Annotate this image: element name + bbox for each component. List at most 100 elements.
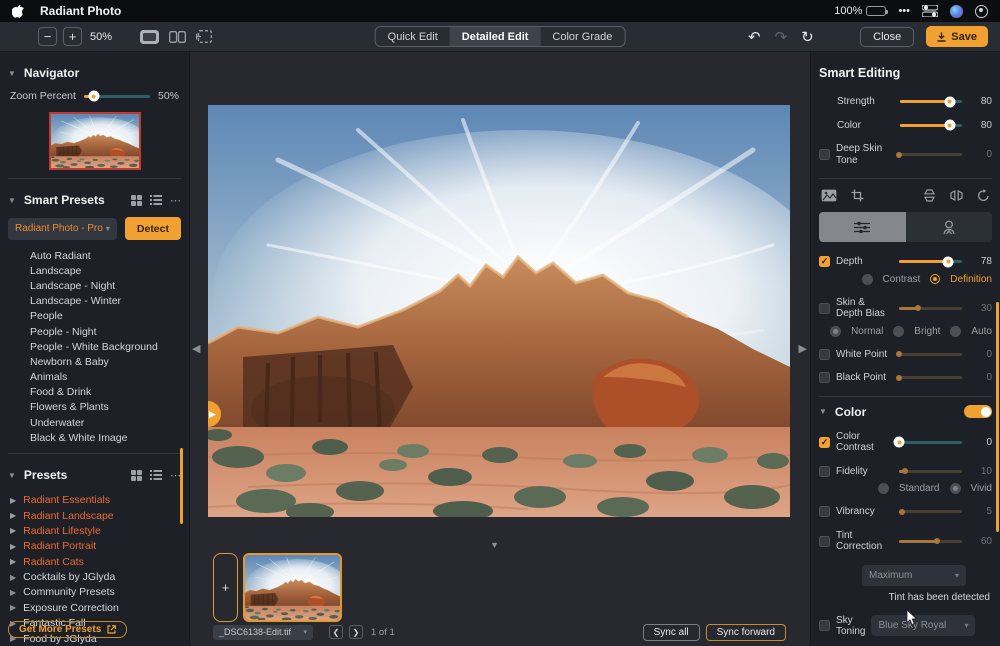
previous-image-arrow[interactable]: ◀ <box>192 342 200 355</box>
smart-preset-item[interactable]: Auto Radiant <box>0 248 189 263</box>
close-button[interactable]: Close <box>860 26 915 47</box>
apple-menu-icon[interactable] <box>12 4 24 18</box>
color-slider[interactable] <box>900 119 962 131</box>
presets-scrollbar[interactable] <box>180 448 183 524</box>
flip-vertical-icon[interactable] <box>923 189 936 202</box>
next-page-button[interactable]: ❯ <box>349 625 363 639</box>
tab-portrait[interactable] <box>905 212 992 242</box>
navigator-thumbnail[interactable] <box>48 112 141 170</box>
flip-horizontal-icon[interactable] <box>950 189 963 202</box>
definition-radio[interactable] <box>930 274 941 284</box>
smart-preset-item[interactable]: People - Night <box>0 324 189 339</box>
smart-preset-item[interactable]: Newborn & Baby <box>0 354 189 369</box>
smart-preset-item[interactable]: People - White Background <box>0 339 189 354</box>
vivid-radio-label[interactable]: Vivid <box>971 483 993 494</box>
fidelity-checkbox[interactable] <box>819 465 830 477</box>
filename-dropdown[interactable]: _DSC6138-Edit.tif ▾ <box>213 624 313 640</box>
smart-preset-item[interactable]: Landscape - Winter <box>0 294 189 309</box>
bright-radio[interactable] <box>893 325 905 337</box>
right-panel-scrollbar[interactable] <box>996 302 999 532</box>
skin-depth-bias-slider[interactable] <box>899 305 962 311</box>
zoom-out-button[interactable]: − <box>38 27 57 46</box>
standard-radio[interactable] <box>877 483 889 494</box>
auto-radio[interactable] <box>950 325 962 337</box>
preset-folder[interactable]: ▶ Radiant Essentials <box>0 492 189 507</box>
collapse-icon[interactable]: ▼ <box>8 69 16 78</box>
vivid-radio[interactable] <box>949 483 961 494</box>
black-point-checkbox[interactable] <box>819 372 830 384</box>
expand-icon[interactable]: ▶ <box>10 603 16 612</box>
skin-depth-bias-checkbox[interactable] <box>819 302 830 314</box>
smart-preset-item[interactable]: People <box>0 309 189 324</box>
tab-detailed-edit[interactable]: Detailed Edit <box>449 27 541 46</box>
auto-radio-label[interactable]: Auto <box>971 326 992 337</box>
expand-icon[interactable]: ▶ <box>10 511 16 520</box>
smart-preset-dropdown[interactable]: Radiant Photo - Pro ▾ <box>8 217 117 240</box>
white-point-checkbox[interactable] <box>819 348 830 360</box>
color-toggle[interactable] <box>964 405 992 418</box>
preset-folder[interactable]: ▶ Exposure Correction <box>0 600 189 615</box>
vibrancy-checkbox[interactable] <box>819 506 830 518</box>
smart-preset-item[interactable]: Animals <box>0 370 189 385</box>
overflow-menu-icon[interactable]: ••• <box>898 5 910 17</box>
bright-radio-label[interactable]: Bright <box>914 326 940 337</box>
definition-radio-label[interactable]: Definition <box>950 274 992 285</box>
tab-quick-edit[interactable]: Quick Edit <box>376 27 450 46</box>
user-account-icon[interactable] <box>975 4 988 18</box>
smart-preset-item[interactable]: Landscape <box>0 263 189 278</box>
redo-icon[interactable]: ↷ <box>775 28 788 46</box>
grid-view-icon[interactable] <box>131 469 142 481</box>
crop-icon[interactable] <box>851 189 864 202</box>
collapse-icon[interactable]: ▼ <box>8 196 16 205</box>
collapse-icon[interactable]: ▼ <box>819 407 827 416</box>
expand-icon[interactable]: ▶ <box>10 542 16 551</box>
normal-radio-label[interactable]: Normal <box>851 326 883 337</box>
main-photo[interactable] <box>208 105 790 517</box>
presets-header[interactable]: ▼ Presets ⋯ <box>0 462 189 488</box>
depth-slider[interactable] <box>899 256 962 268</box>
expand-icon[interactable]: ▶ <box>10 573 16 582</box>
previous-page-button[interactable]: ❮ <box>329 625 343 639</box>
contrast-radio-label[interactable]: Contrast <box>883 274 921 285</box>
single-view-icon[interactable] <box>140 29 160 44</box>
sync-forward-button[interactable]: Sync forward <box>705 623 786 641</box>
deep-skin-tone-slider[interactable] <box>896 151 962 158</box>
list-view-icon[interactable] <box>150 470 162 481</box>
detect-button[interactable]: Detect <box>124 217 181 240</box>
smart-preset-item[interactable]: Underwater <box>0 415 189 430</box>
tint-correction-slider[interactable] <box>899 538 962 544</box>
control-center-icon[interactable] <box>922 5 938 17</box>
color-section-header[interactable]: ▼ Color <box>819 405 992 431</box>
smart-preset-item[interactable]: Black & White Image <box>0 430 189 445</box>
collapse-icon[interactable]: ▼ <box>8 471 16 480</box>
smart-preset-item[interactable]: Landscape - Night <box>0 278 189 293</box>
sky-toning-checkbox[interactable] <box>819 620 830 631</box>
zoom-percent-slider[interactable] <box>83 90 150 102</box>
expand-icon[interactable]: ▶ <box>10 496 16 505</box>
white-point-slider[interactable] <box>896 351 962 358</box>
filmstrip-thumbnail-selected[interactable] <box>243 553 342 622</box>
image-adjust-icon[interactable] <box>821 189 837 202</box>
color-contrast-checkbox[interactable]: ✓ <box>819 436 830 448</box>
zoom-in-button[interactable]: + <box>63 27 82 46</box>
color-contrast-slider[interactable] <box>893 436 962 448</box>
filmstrip-collapse-icon[interactable]: ▼ <box>490 540 499 550</box>
sky-toning-dropdown[interactable]: Blue Sky Royal ▾ <box>871 615 976 636</box>
tint-correction-checkbox[interactable] <box>819 535 830 547</box>
standard-radio-label[interactable]: Standard <box>899 483 940 494</box>
vibrancy-slider[interactable] <box>899 508 962 515</box>
list-view-icon[interactable] <box>150 195 162 205</box>
preset-folder[interactable]: ▶ Radiant Lifestyle <box>0 523 189 538</box>
contrast-radio[interactable] <box>861 273 873 285</box>
reset-history-icon[interactable]: ↻ <box>801 28 814 46</box>
smart-preset-item[interactable]: Food & Drink <box>0 385 189 400</box>
tab-sliders[interactable] <box>819 212 906 242</box>
tint-mode-dropdown[interactable]: Maximum ▾ <box>862 564 966 586</box>
preset-folder[interactable]: ▶ Cocktails by JGlyda <box>0 569 189 584</box>
next-image-arrow[interactable]: ▶ <box>799 342 807 355</box>
preset-folder[interactable]: ▶ Radiant Cats <box>0 554 189 569</box>
black-point-slider[interactable] <box>896 374 962 381</box>
sync-all-button[interactable]: Sync all <box>642 623 700 641</box>
more-options-icon[interactable]: ⋯ <box>170 194 181 207</box>
normal-radio[interactable] <box>830 325 842 337</box>
